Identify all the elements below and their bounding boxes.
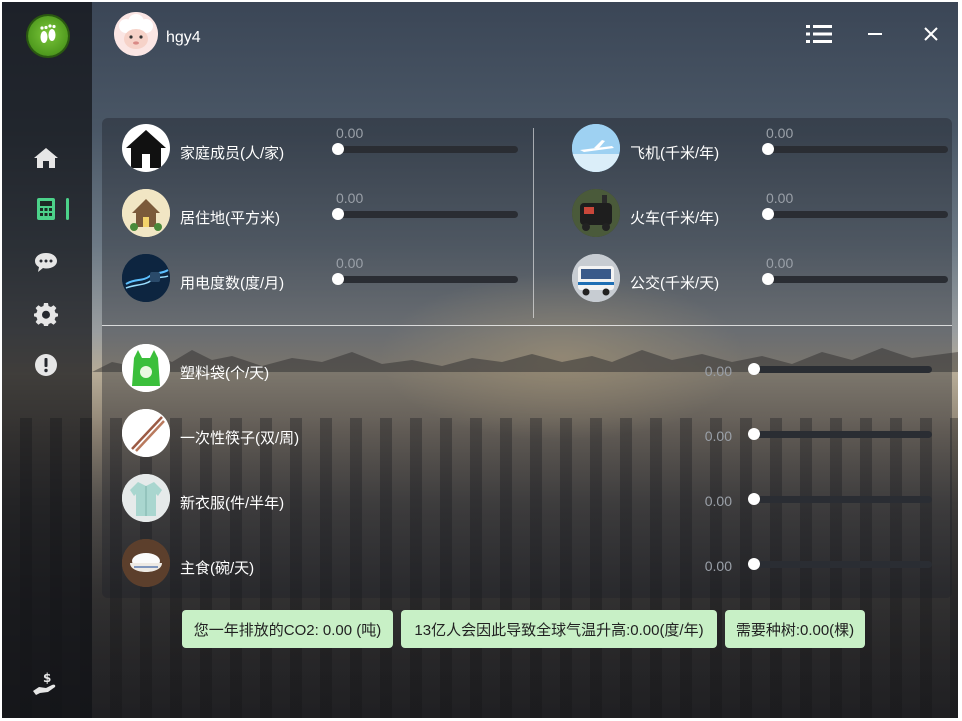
nav-home[interactable] <box>32 144 60 172</box>
electricity-slider[interactable] <box>334 276 518 283</box>
plastic-bag-slider-handle[interactable] <box>748 363 760 375</box>
chat-icon <box>35 253 57 272</box>
home-icon <box>34 148 58 168</box>
staple-food-slider[interactable] <box>750 561 932 568</box>
app-logo <box>28 16 68 56</box>
minimize-icon <box>868 33 882 35</box>
donate-icon: $ <box>33 671 56 695</box>
calculator-panel: 家庭成员(人/家) 0.00 居住地(平方米) 0.00 用电度数(度/月) 0… <box>102 118 952 598</box>
train-icon <box>572 189 620 237</box>
nav-donate[interactable]: $ <box>32 670 60 698</box>
new-clothes-label: 新衣服(件/半年) <box>180 495 285 512</box>
airplane-value: 0.00 <box>766 125 794 141</box>
co2-result-button[interactable]: 您一年排放的CO2: 0.00 (吨) <box>182 610 393 648</box>
staple-food-label: 主食(碗/天) <box>180 560 255 577</box>
new-clothes-slider-handle[interactable] <box>748 493 760 505</box>
footprint-logo-icon <box>40 24 56 43</box>
bus-icon <box>572 254 620 302</box>
airplane-icon <box>572 124 620 172</box>
residence-icon <box>122 189 170 237</box>
electricity-label: 用电度数(度/月) <box>180 275 285 292</box>
new-clothes-slider[interactable] <box>750 496 932 503</box>
chopsticks-slider[interactable] <box>750 431 932 438</box>
list-icon <box>806 25 832 43</box>
alert-icon <box>35 354 57 376</box>
trees-result-button[interactable]: 需要种树:0.00(棵) <box>725 610 865 648</box>
household-members-slider-handle[interactable] <box>332 143 344 155</box>
nav-about[interactable] <box>32 351 60 379</box>
bus-slider-handle[interactable] <box>762 273 774 285</box>
chopsticks-slider-handle[interactable] <box>748 428 760 440</box>
plastic-bag-label: 塑料袋(个/天) <box>180 365 270 382</box>
chopsticks-value: 0.00 <box>704 428 732 444</box>
electricity-icon <box>122 254 170 302</box>
minimize-button[interactable] <box>860 20 890 48</box>
sheep-avatar-icon <box>114 12 158 56</box>
household-members-value: 0.00 <box>336 125 364 141</box>
topbar: hgy4 <box>92 2 958 72</box>
menu-button[interactable] <box>804 20 834 48</box>
svg-text:$: $ <box>43 671 51 685</box>
airplane-label: 飞机(千米/年) <box>630 145 720 162</box>
staple-food-slider-handle[interactable] <box>748 558 760 570</box>
train-value: 0.00 <box>766 190 794 206</box>
electricity-slider-handle[interactable] <box>332 273 344 285</box>
nav-calculator[interactable] <box>32 195 60 223</box>
train-label: 火车(千米/年) <box>630 210 720 227</box>
train-slider[interactable] <box>764 211 948 218</box>
plastic-bag-slider[interactable] <box>750 366 932 373</box>
bus-label: 公交(千米/天) <box>630 275 720 292</box>
nav-active-indicator <box>66 198 69 220</box>
residence-area-slider-handle[interactable] <box>332 208 344 220</box>
rice-bowl-icon <box>122 539 170 587</box>
sidebar: $ <box>2 2 92 718</box>
residence-area-value: 0.00 <box>336 190 364 206</box>
username: hgy4 <box>166 29 201 46</box>
bus-slider[interactable] <box>764 276 948 283</box>
chopsticks-label: 一次性筷子(双/周) <box>180 430 300 447</box>
house-icon <box>122 124 170 172</box>
app-window: $ hgy4 家庭成员(人/家) 0.00 居住地(平方米) 0.00 用电度数… <box>2 2 958 718</box>
avatar[interactable] <box>114 12 158 56</box>
airplane-slider[interactable] <box>764 146 948 153</box>
staple-food-value: 0.00 <box>704 558 732 574</box>
airplane-slider-handle[interactable] <box>762 143 774 155</box>
close-button[interactable] <box>916 20 946 48</box>
close-icon <box>924 27 938 41</box>
chopsticks-icon <box>122 409 170 457</box>
household-members-label: 家庭成员(人/家) <box>180 145 285 162</box>
temperature-result-button[interactable]: 13亿人会因此导致全球气温升高:0.00(度/年) <box>401 610 717 648</box>
calculator-icon <box>37 198 55 220</box>
electricity-value: 0.00 <box>336 255 364 271</box>
residence-area-label: 居住地(平方米) <box>180 210 280 227</box>
plastic-bag-value: 0.00 <box>704 363 732 379</box>
new-clothes-value: 0.00 <box>704 493 732 509</box>
nav-chat[interactable] <box>32 248 60 276</box>
gear-icon <box>34 303 58 326</box>
nav-settings[interactable] <box>32 300 60 328</box>
train-slider-handle[interactable] <box>762 208 774 220</box>
household-members-slider[interactable] <box>334 146 518 153</box>
residence-area-slider[interactable] <box>334 211 518 218</box>
horizontal-divider <box>102 325 952 326</box>
clothes-icon <box>122 474 170 522</box>
vertical-divider <box>533 128 534 318</box>
plastic-bag-icon <box>122 344 170 392</box>
bus-value: 0.00 <box>766 255 794 271</box>
